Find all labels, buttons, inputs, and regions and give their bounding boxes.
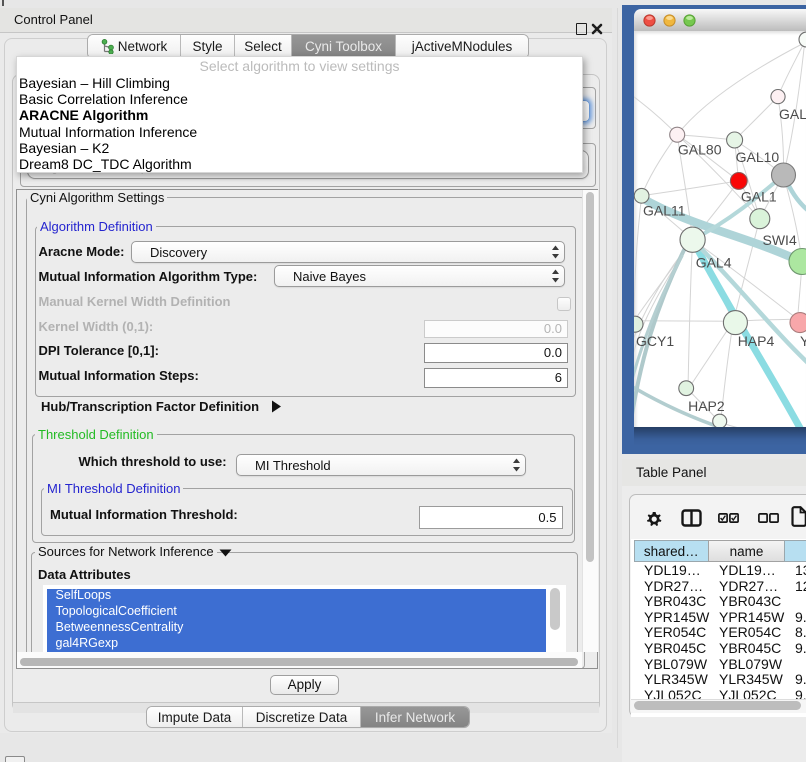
- svg-text:Y: Y: [800, 333, 806, 349]
- svg-text:GAL11: GAL11: [643, 203, 686, 219]
- svg-text:GAL4: GAL4: [696, 255, 732, 271]
- svg-text:SWI4: SWI4: [763, 232, 797, 248]
- svg-text:GAL: GAL: [779, 106, 806, 122]
- svg-text:HAP2: HAP2: [688, 398, 725, 414]
- svg-text:GCY1: GCY1: [636, 333, 674, 349]
- svg-text:GAL1: GAL1: [741, 189, 777, 205]
- svg-text:GAL10: GAL10: [736, 149, 780, 165]
- svg-text:HAP4: HAP4: [738, 333, 775, 349]
- svg-text:GAL80: GAL80: [678, 142, 722, 158]
